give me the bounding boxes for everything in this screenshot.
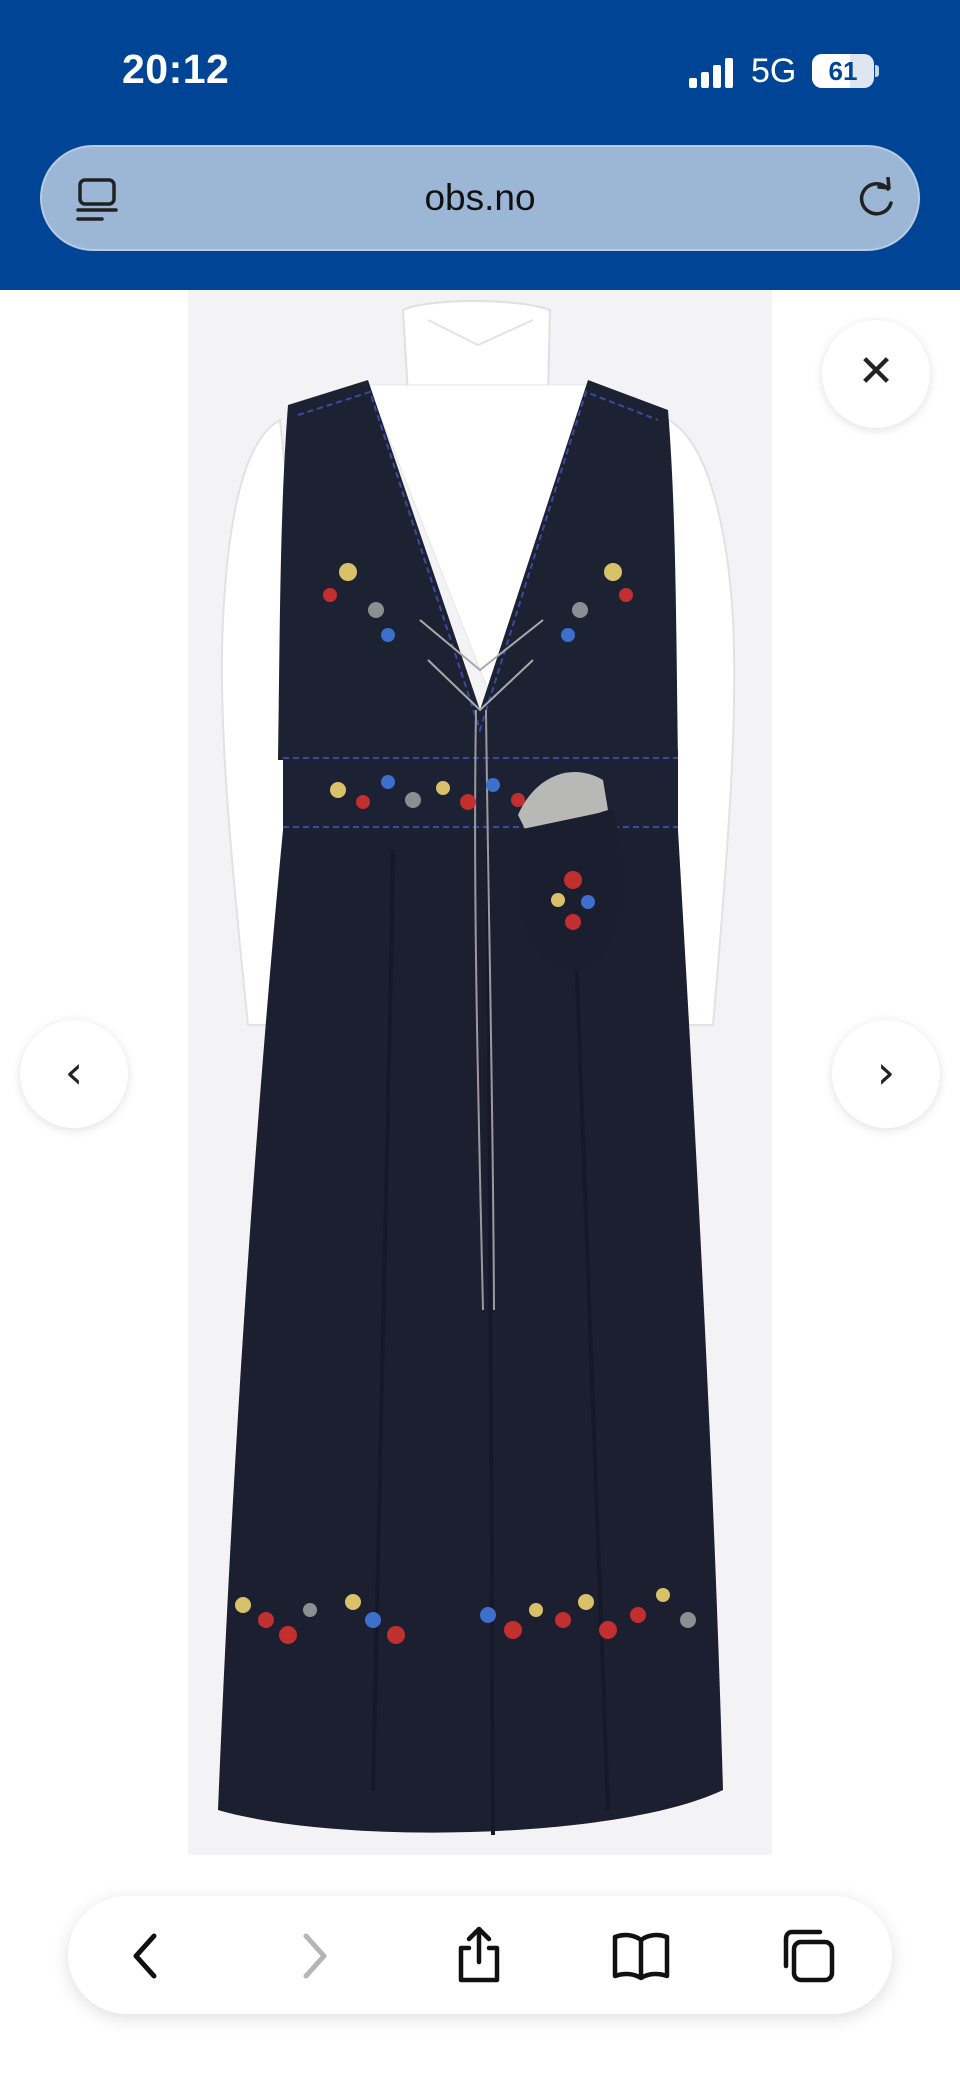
cellular-signal-icon: [689, 58, 733, 88]
reload-icon[interactable]: [854, 177, 898, 221]
status-time: 20:12: [122, 46, 230, 92]
tabs-icon: [783, 1929, 835, 1983]
image-viewer: ✕ ‹ ›: [0, 290, 960, 1860]
previous-image-button[interactable]: ‹: [20, 1020, 128, 1128]
product-image[interactable]: [188, 290, 772, 1855]
battery-icon: 61: [812, 54, 879, 88]
status-bar: 20:12 5G 61: [0, 0, 960, 140]
share-icon: [458, 1926, 500, 1983]
battery-level: 61: [828, 56, 858, 86]
bunad-illustration: [218, 300, 736, 1836]
bookmarks-button[interactable]: [611, 1926, 671, 1986]
browser-top-chrome: 20:12 5G 61 obs.no: [0, 0, 960, 290]
forward-button[interactable]: [282, 1926, 342, 1986]
back-button[interactable]: [118, 1926, 178, 1986]
share-button[interactable]: [449, 1926, 509, 1986]
browser-bottom-chrome: [0, 1860, 960, 2081]
close-button[interactable]: ✕: [822, 320, 930, 428]
network-type: 5G: [751, 52, 797, 90]
browser-toolbar: [68, 1896, 892, 2014]
back-icon: [133, 1933, 157, 1979]
url-text[interactable]: obs.no: [42, 147, 918, 249]
address-bar[interactable]: obs.no: [40, 145, 920, 251]
next-image-button[interactable]: ›: [832, 1020, 940, 1128]
forward-icon: [303, 1933, 327, 1979]
bookmarks-icon: [612, 1932, 670, 1981]
browser-page: 20:12 5G 61 obs.no ✕ ‹ ›: [0, 0, 960, 2081]
tabs-button[interactable]: [778, 1926, 838, 1986]
